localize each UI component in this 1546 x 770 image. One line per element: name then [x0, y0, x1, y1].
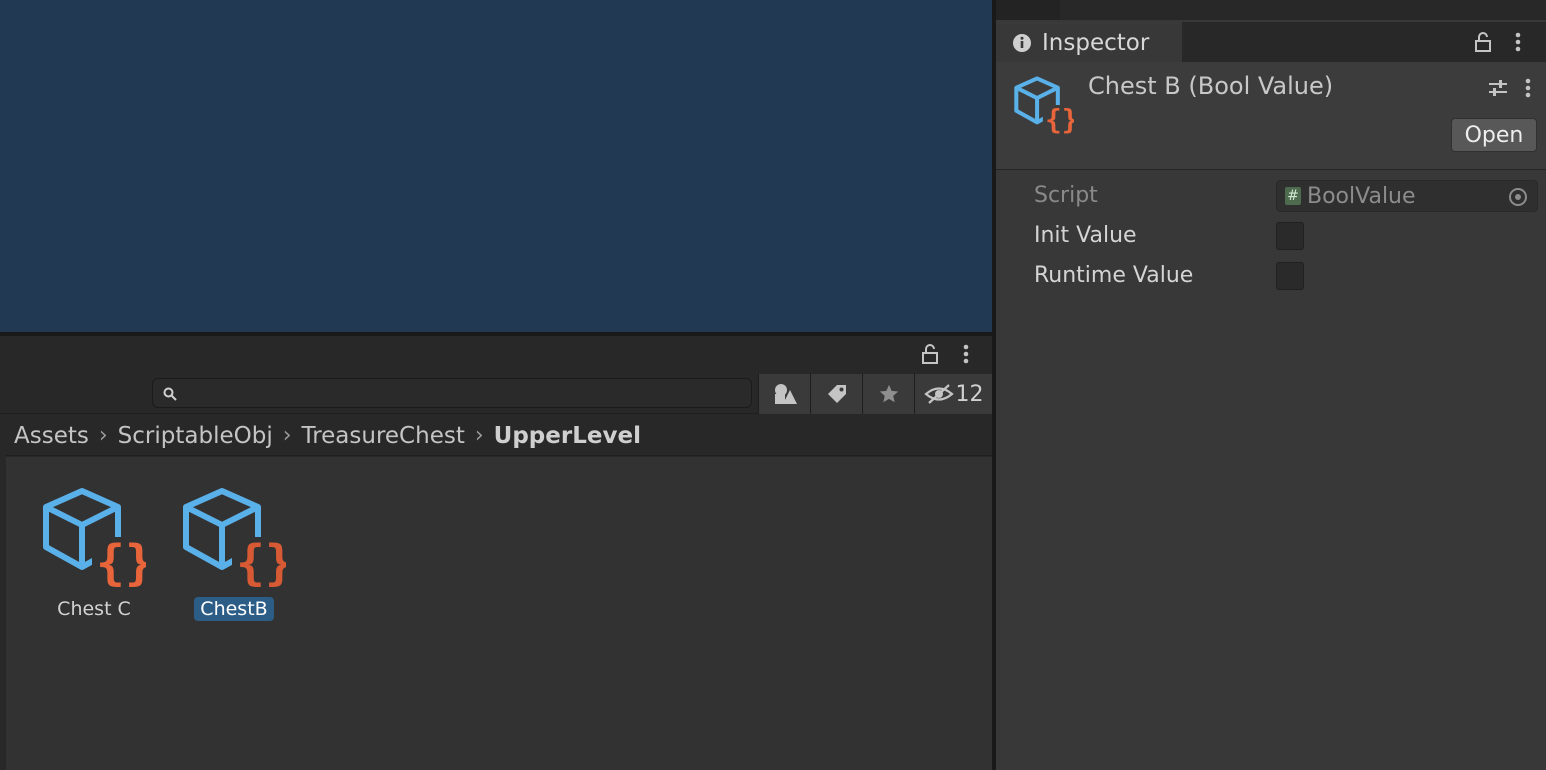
- breadcrumb-treasurechest[interactable]: TreasureChest: [298, 423, 469, 449]
- search-by-label-button[interactable]: [810, 374, 862, 414]
- search-by-type-button[interactable]: [758, 374, 810, 414]
- scriptable-object-icon: {}: [1014, 76, 1078, 138]
- inspector-title: Chest B (Bool Value): [1088, 72, 1334, 100]
- asset-item-chest-c[interactable]: {} Chest C: [34, 487, 154, 647]
- svg-text:{}: {}: [96, 535, 146, 587]
- breadcrumb-upperlevel[interactable]: UpperLevel: [490, 423, 645, 449]
- project-toolbar: 12: [0, 374, 992, 414]
- inspector-header: {} Chest B (Bool Value) Open: [996, 62, 1546, 170]
- star-icon: [878, 383, 900, 405]
- chevron-right-icon: ›: [98, 423, 108, 448]
- svg-text:{}: {}: [1045, 103, 1074, 134]
- search-input[interactable]: [183, 381, 743, 405]
- project-panel: 12 Assets › ScriptableObj › TreasureChes…: [0, 336, 992, 770]
- asset-label: Chest C: [57, 598, 131, 620]
- asset-grid[interactable]: {} Chest C {} ChestB: [6, 457, 992, 770]
- chevron-right-icon: ›: [282, 423, 292, 448]
- lock-icon[interactable]: [918, 342, 942, 366]
- scene-view[interactable]: [0, 0, 992, 332]
- chevron-right-icon: ›: [474, 423, 484, 448]
- info-icon: [1012, 33, 1032, 53]
- runtime-value-label: Runtime Value: [1034, 263, 1194, 288]
- script-label: Script: [1034, 183, 1098, 208]
- asset-label: ChestB: [194, 597, 274, 621]
- open-button[interactable]: Open: [1451, 118, 1537, 152]
- lock-icon[interactable]: [1471, 30, 1495, 54]
- search-field[interactable]: [152, 378, 752, 408]
- shapes-icon: [772, 382, 798, 406]
- script-value: BoolValue: [1307, 183, 1416, 209]
- script-icon: #: [1285, 187, 1301, 205]
- more-options-icon[interactable]: [954, 342, 978, 366]
- inspector-top-strip: [996, 0, 1546, 20]
- init-value-label: Init Value: [1034, 223, 1137, 248]
- favorites-button[interactable]: [862, 374, 914, 414]
- breadcrumb-scriptableobj[interactable]: ScriptableObj: [114, 423, 277, 449]
- inspector-tab-bar: Inspector: [996, 22, 1546, 62]
- asset-item-chestb[interactable]: {} ChestB: [174, 487, 294, 647]
- tab-strip-segment: [996, 0, 1060, 20]
- script-field[interactable]: # BoolValue: [1276, 180, 1538, 212]
- init-value-checkbox[interactable]: [1276, 222, 1304, 250]
- tab-label: Inspector: [1042, 30, 1150, 56]
- search-icon: [161, 385, 179, 403]
- hidden-count: 12: [955, 381, 984, 407]
- object-picker-icon[interactable]: [1507, 186, 1529, 208]
- scriptable-object-icon: {}: [42, 487, 154, 591]
- svg-text:{}: {}: [236, 535, 286, 587]
- breadcrumb-assets[interactable]: Assets: [6, 423, 93, 449]
- more-options-icon[interactable]: [1506, 30, 1530, 54]
- tab-inspector[interactable]: Inspector: [996, 22, 1182, 62]
- tag-icon: [826, 383, 848, 405]
- inspector-panel: Inspector {} Chest B (Bool Value) Open S…: [996, 0, 1546, 770]
- preset-icon[interactable]: [1486, 76, 1510, 100]
- runtime-value-checkbox[interactable]: [1276, 262, 1304, 290]
- project-tab-bar: [0, 336, 992, 372]
- hidden-packages-button[interactable]: 12: [914, 374, 992, 414]
- scriptable-object-icon: {}: [182, 487, 294, 591]
- eye-slash-icon: [923, 383, 954, 405]
- breadcrumb: Assets › ScriptableObj › TreasureChest ›…: [6, 416, 992, 456]
- more-options-icon[interactable]: [1518, 76, 1538, 100]
